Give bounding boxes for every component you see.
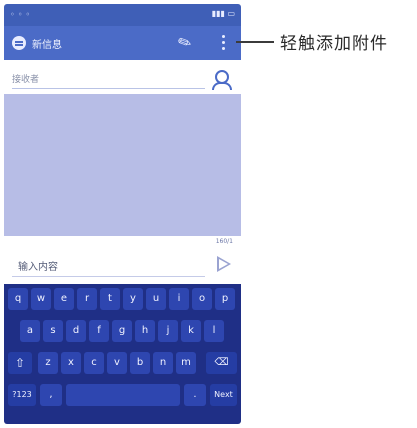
key[interactable]: n xyxy=(153,352,173,374)
key[interactable]: x xyxy=(61,352,81,374)
backspace-icon[interactable]: ⌫ xyxy=(206,352,237,374)
conversation-area xyxy=(4,94,241,236)
comma-key[interactable]: , xyxy=(40,384,62,406)
message-underline xyxy=(12,276,205,277)
attachment-callout-label: 轻触添加附件 xyxy=(280,34,388,54)
key[interactable]: o xyxy=(192,288,212,310)
key[interactable]: w xyxy=(31,288,51,310)
period-key[interactable]: . xyxy=(184,384,206,406)
key[interactable]: e xyxy=(54,288,74,310)
keyboard-row-3: z x c v b n m ⌫ xyxy=(4,352,241,380)
key[interactable]: d xyxy=(66,320,86,342)
message-input[interactable]: 输入内容 xyxy=(18,258,58,273)
paperclip-icon[interactable]: ✎ xyxy=(175,31,195,54)
more-vert-icon[interactable] xyxy=(222,35,225,38)
key[interactable]: h xyxy=(135,320,155,342)
key[interactable]: m xyxy=(176,352,196,374)
key[interactable]: j xyxy=(158,320,178,342)
shift-icon[interactable] xyxy=(8,352,32,374)
key[interactable]: r xyxy=(77,288,97,310)
keyboard: q w e r t y u i o p a s d f g h j k l z … xyxy=(4,284,241,424)
key[interactable]: i xyxy=(169,288,189,310)
page-title: 新信息 xyxy=(32,40,62,51)
send-icon[interactable] xyxy=(217,256,231,272)
key[interactable]: l xyxy=(204,320,224,342)
app-bar: 新信息 ✎ xyxy=(4,26,241,60)
key[interactable]: b xyxy=(130,352,150,374)
phone-screenshot: ◦◦◦ ▮▮▮ ▭ 新信息 ✎ 接收者 160/1 输入内容 q w e r t… xyxy=(4,4,241,424)
key[interactable]: k xyxy=(181,320,201,342)
key[interactable]: c xyxy=(84,352,104,374)
signal-battery-icons: ▮▮▮ ▭ xyxy=(211,9,235,18)
compose-bar: 160/1 输入内容 xyxy=(4,236,241,284)
key[interactable]: p xyxy=(215,288,235,310)
key[interactable]: z xyxy=(38,352,58,374)
enter-key[interactable]: Next xyxy=(210,384,237,406)
keyboard-row-4: ?123 , . Next xyxy=(4,384,241,412)
key[interactable]: f xyxy=(89,320,109,342)
notification-icons: ◦◦◦ xyxy=(10,10,34,19)
message-icon xyxy=(12,36,26,50)
key[interactable]: g xyxy=(112,320,132,342)
recipient-bar: 接收者 xyxy=(4,60,241,94)
keyboard-row-2: a s d f g h j k l xyxy=(4,320,241,348)
character-counter: 160/1 xyxy=(215,238,233,245)
contact-icon[interactable] xyxy=(212,70,232,90)
key[interactable]: y xyxy=(123,288,143,310)
space-bar[interactable] xyxy=(66,384,180,406)
recipient-underline xyxy=(12,88,205,89)
key[interactable]: u xyxy=(146,288,166,310)
key[interactable]: q xyxy=(8,288,28,310)
status-bar: ◦◦◦ ▮▮▮ ▭ xyxy=(4,4,241,26)
key[interactable]: t xyxy=(100,288,120,310)
keyboard-row-1: q w e r t y u i o p xyxy=(4,288,241,316)
symbols-key[interactable]: ?123 xyxy=(8,384,36,406)
key[interactable]: v xyxy=(107,352,127,374)
key[interactable]: s xyxy=(43,320,63,342)
key[interactable]: a xyxy=(20,320,40,342)
recipient-input[interactable]: 接收者 xyxy=(12,72,39,85)
callout-leader-line xyxy=(236,41,274,43)
